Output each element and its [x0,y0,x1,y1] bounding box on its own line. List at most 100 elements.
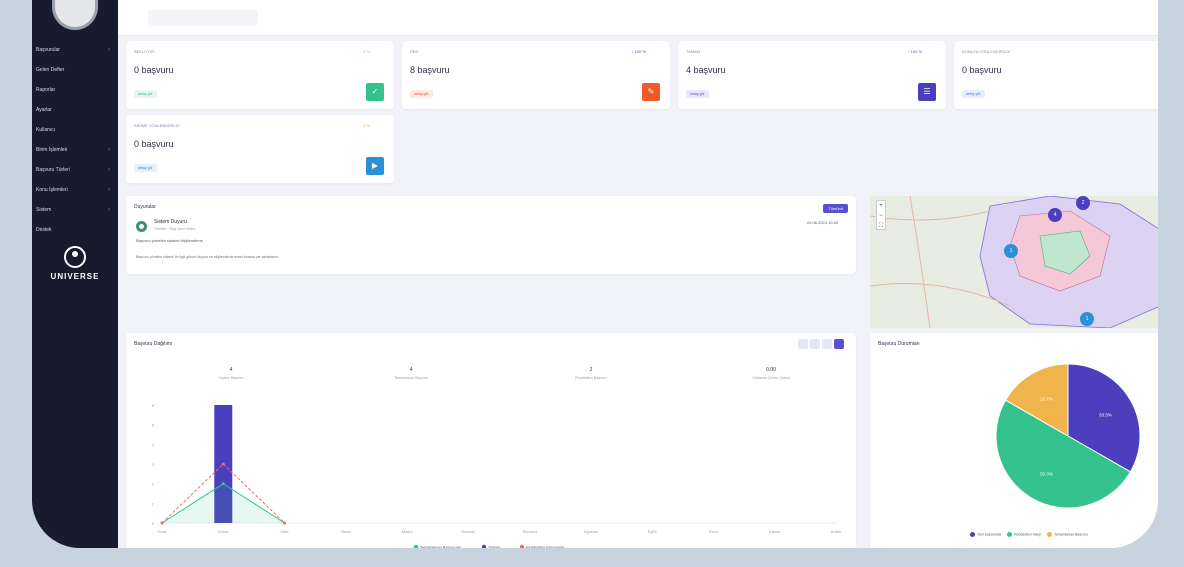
sidebar-item-label: Kullanıcı [36,127,56,133]
sidebar-item-label: Başvurular [36,47,60,53]
y-tick-label: 0 [152,521,155,526]
sidebar-item[interactable]: Konu İşlemleri › [32,180,118,200]
kpi-value: 2 [589,367,593,373]
status-pie-card: Başvuru Durumları 33.3% 50.0% 16.7% Yeni b… [870,333,1158,548]
y-tick-label: 5 [152,423,155,428]
x-tick-label: Ağustos [584,529,598,534]
sidebar-item[interactable]: Raporlar [32,80,118,100]
stat-value: 4 başvuru [686,65,726,75]
stat-title: RED [410,49,419,54]
y-tick-label: 1 [152,501,155,506]
kpi-label: Reddedilen Başvuru [575,376,607,380]
y-tick-label: 4 [152,442,155,447]
search-input[interactable] [148,10,258,26]
x-tick-label: Şubat [218,529,229,534]
kpi-value: 4 [229,367,233,373]
stat-icon: ☰ [918,83,936,101]
stat-title: BEKLİYOR [134,49,155,54]
chevron-right-icon: › [108,187,110,193]
district-map[interactable]: + − ⛶ 4 2 1 1 [870,196,1158,328]
stat-value: 8 başvuru [410,65,450,75]
chart-range-button[interactable] [822,339,832,349]
stat-icon: ▶ [366,157,384,175]
sidebar-item[interactable]: Ayarlar [32,100,118,120]
legend-dot [970,532,976,537]
kpi-item: 2 Reddedilen Başvuru [506,367,676,380]
kpi-item: 0.00 Ortalama Çözüm Süresi [686,367,856,380]
legend-dot [519,544,525,548]
announcement-heading: Duyurular [134,204,156,210]
legend-label: Tamamlanan Başvurular [420,546,462,550]
x-tick-label: Temmuz [522,529,537,534]
series-point[interactable] [221,482,225,486]
stat-detail-link[interactable]: detay gör [410,90,433,98]
map-marker[interactable]: 1 [1004,244,1018,258]
sidebar-item-label: Sistem [36,207,52,213]
y-tick-label: 3 [152,462,155,467]
chevron-right-icon: › [108,207,110,213]
chart-range-button[interactable] [810,339,820,349]
sidebar-item-label: Raporlar [36,87,56,93]
stat-detail-link[interactable]: detay gör [962,90,985,98]
map-marker[interactable]: 2 [1076,196,1090,210]
announcement-date: 22.06.2023 10:40 [806,220,838,225]
sidebar-item[interactable]: Birim İşlemleri › [32,140,118,160]
kpi-value: 4 [409,367,413,373]
stat-value: 0 başvuru [134,65,174,75]
map-canvas [870,196,1158,328]
x-tick-label: Aralık [831,529,841,534]
sidebar-item[interactable]: Başvuru Türleri › [32,160,118,180]
sidebar-item[interactable]: Destek [32,220,118,240]
series-area [162,483,285,523]
map-marker[interactable]: 1 [1080,312,1094,326]
stat-icon: ✓ [366,83,384,101]
map-marker[interactable]: 4 [1048,208,1062,222]
avatar [136,221,147,232]
brand: UNIVERSE [32,246,118,281]
stat-detail-link[interactable]: detay gör [134,164,157,172]
kpi-value: 0.00 [766,367,776,373]
stat-title: BİRİME YÖNLENDİRİLDİ [134,123,180,128]
sidebar-logo [52,0,98,30]
stat-percent: 0 % [363,123,370,128]
stat-detail-link[interactable]: detay gör [134,90,157,98]
topbar [118,0,1158,36]
series-point[interactable] [221,462,225,466]
kpi-item: 4 Toplam Başvuru [146,367,316,380]
stat-detail-link[interactable]: detay gör [686,90,709,98]
legend-dot [1047,532,1053,537]
stat-percent: ↓ 100 % [631,49,646,54]
brand-icon [64,246,86,268]
kpi-label: Ortalama Çözüm Süresi [752,376,790,380]
series-point[interactable] [160,521,164,525]
chevron-right-icon: › [108,167,110,173]
stat-value: 0 başvuru [134,139,174,149]
y-tick-label: 6 [152,403,155,408]
legend-label: Toplam [488,546,500,550]
sidebar-item[interactable]: Kullanıcı [32,120,118,140]
sidebar-item[interactable]: Başvurular › [32,40,118,60]
legend-label: Reddedilen Talep [1014,532,1042,537]
sidebar-item[interactable]: Gelen Defter [32,60,118,80]
legend-dot [413,544,419,548]
stat-value: 0 başvuru [962,65,1002,75]
chart-range-button[interactable] [798,339,808,349]
legend-label: Yeni başvurular [977,532,1002,537]
view-all-button[interactable]: Tümünü [823,204,848,213]
x-tick-label: Eylül [648,529,657,534]
stat-title: KONUYA YÖNLENDİRİLDİ [962,49,1011,54]
screen-frame: Başvurular › Gelen Defter Raporlar Ayarlar Ku… [20,0,1170,560]
map-zoom-control[interactable]: + − ⛶ [876,200,886,230]
x-tick-label: Kasım [769,529,781,534]
brand-text: UNIVERSE [50,272,100,281]
stat-card: BİRİME YÖNLENDİRİLDİ 0 % 0 başvuru detay gö… [126,115,394,183]
sidebar-item-label: Başvuru Türleri [36,167,70,173]
stat-percent: ↑ 100 % [907,49,922,54]
legend-dot [481,544,487,548]
sidebar-item[interactable]: Sistem › [32,200,118,220]
x-tick-label: Mayıs [402,529,413,534]
chart-range-button[interactable] [834,339,844,349]
series-point[interactable] [283,521,287,525]
kpi-item: 4 Tamamlanan Başvuru [326,367,496,380]
announcement-card: Duyurular Tümünü Sistem Duyuru Yönetici … [126,196,856,274]
